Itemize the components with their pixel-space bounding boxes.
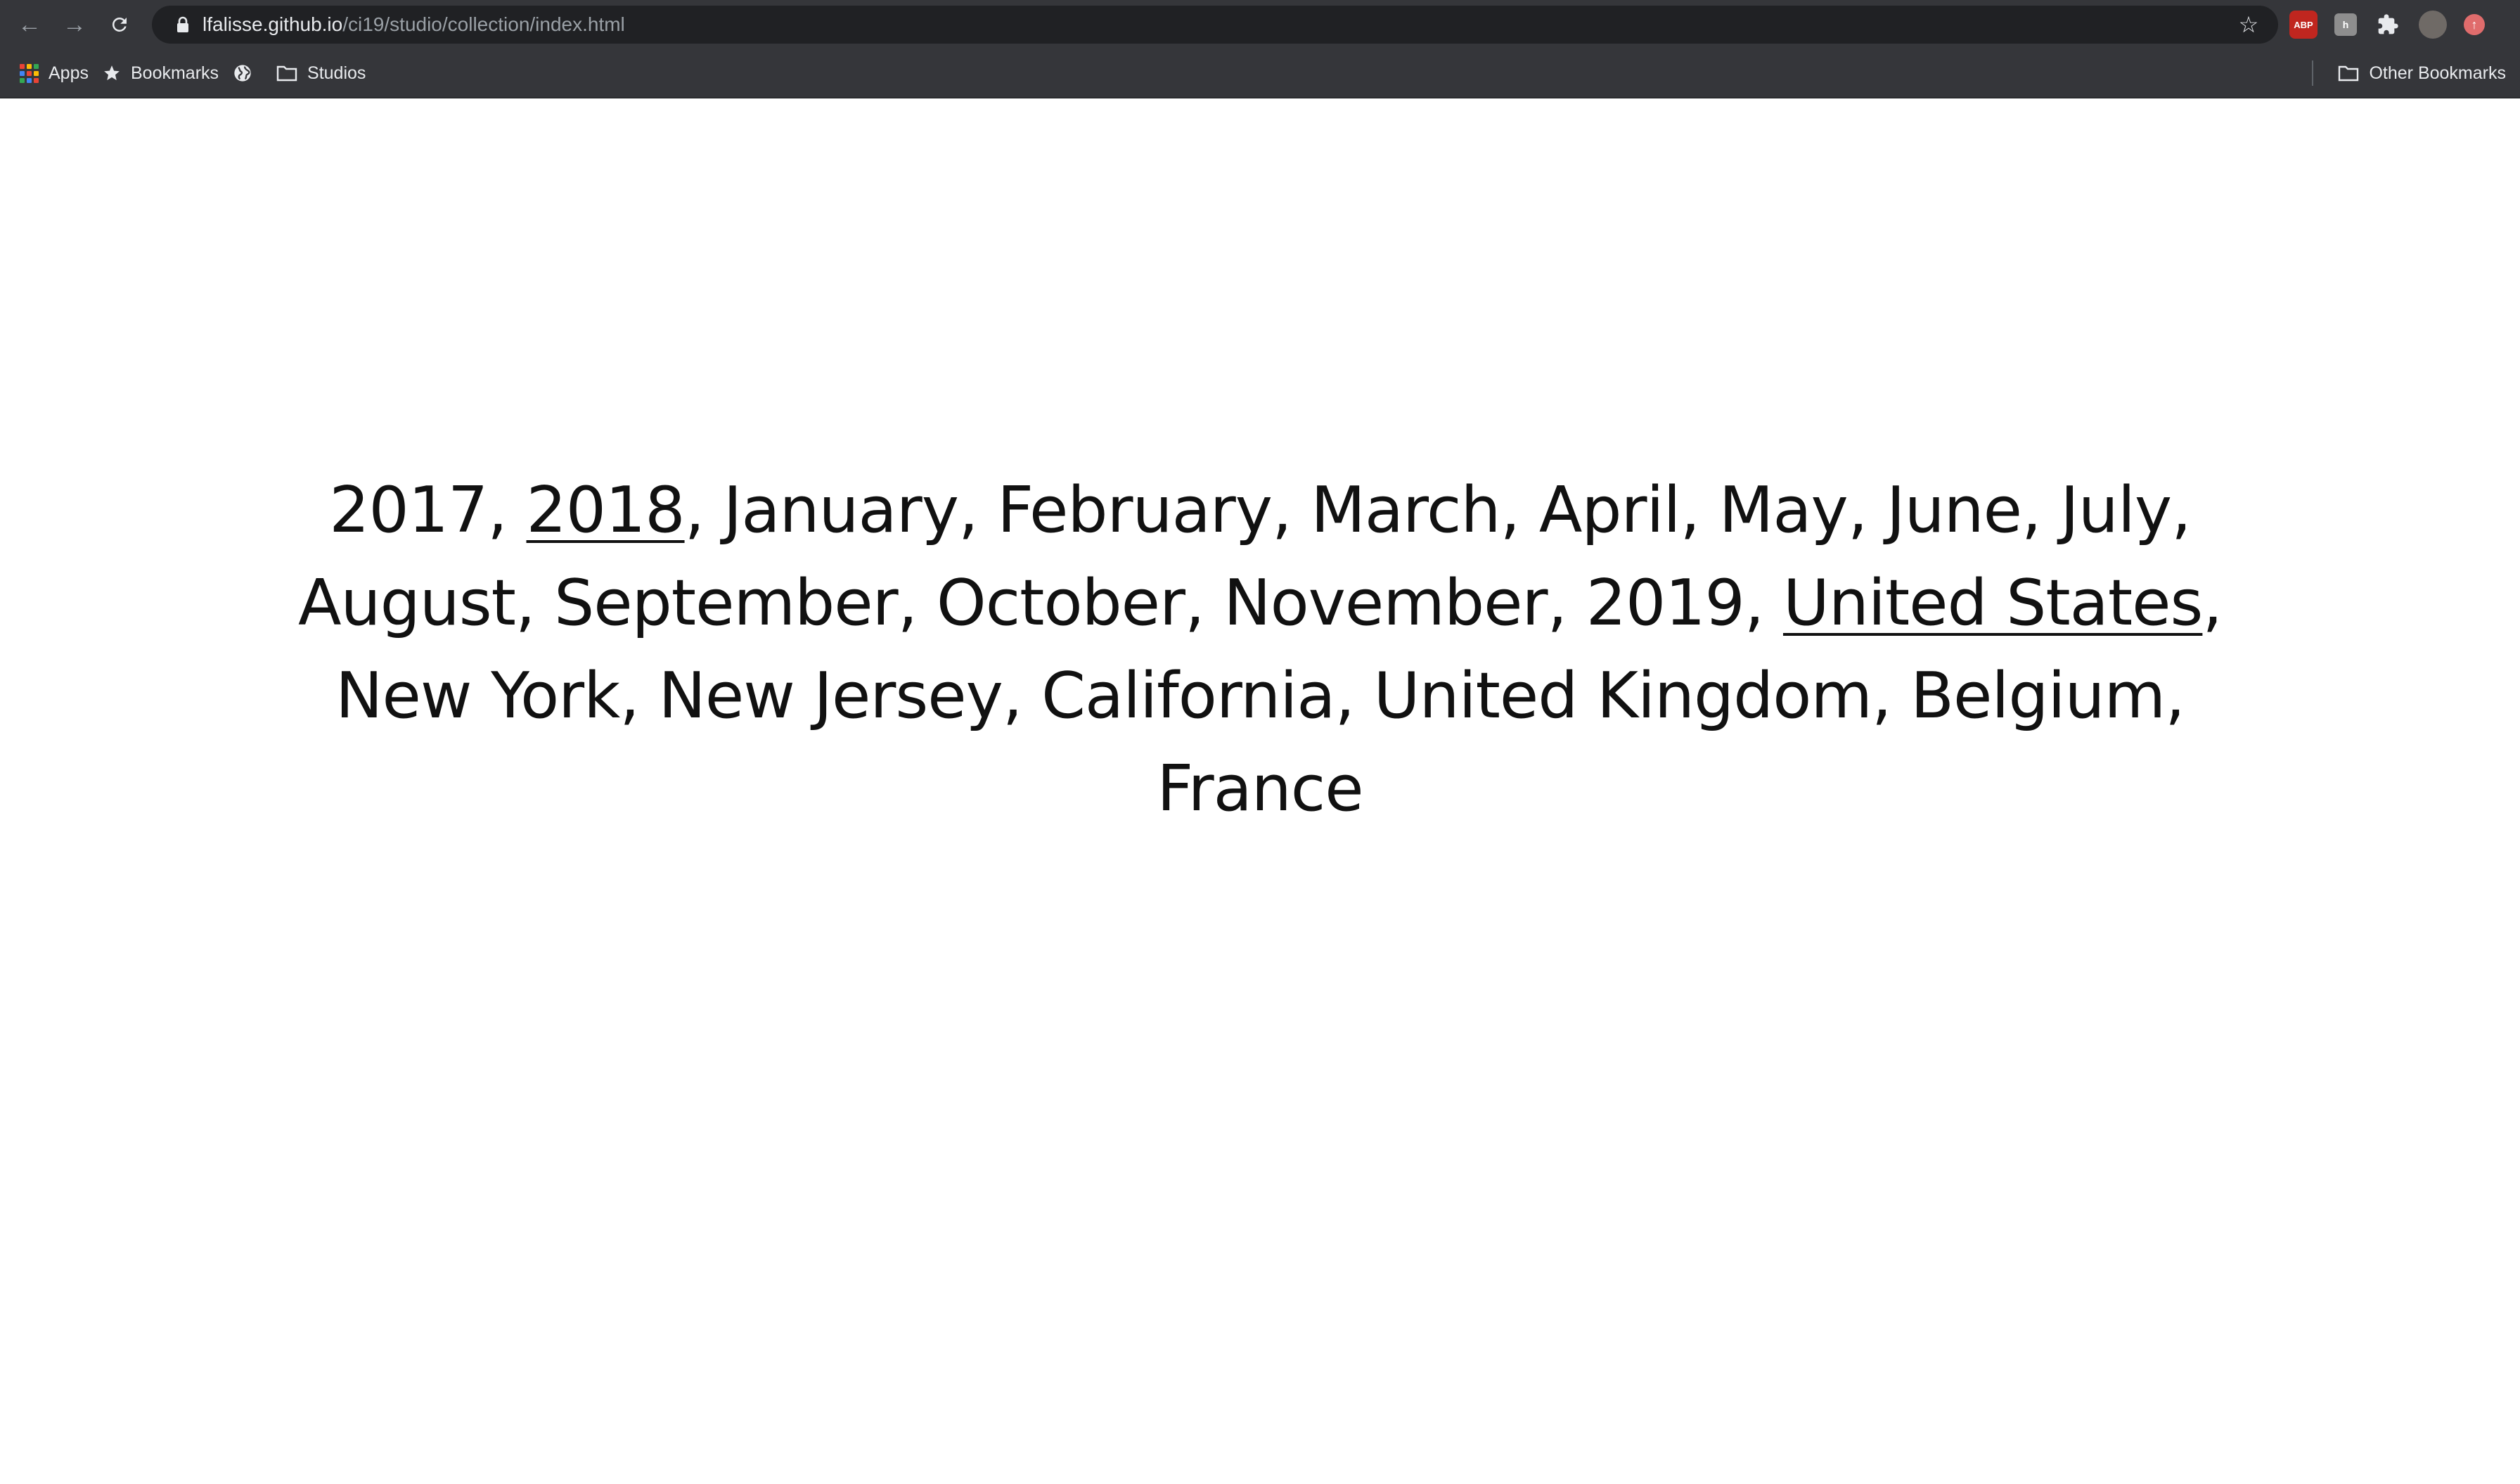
bookmark-apps[interactable]: Apps — [13, 49, 96, 97]
back-button[interactable]: ← — [7, 0, 52, 49]
extension-h-icon[interactable]: h — [2334, 13, 2357, 36]
folder-icon — [2338, 64, 2359, 82]
tag-separator: , — [2171, 473, 2192, 547]
bookmark-folder-studios[interactable]: Studios — [269, 49, 373, 97]
tag-separator: , — [1002, 659, 1042, 733]
tag-separator: , — [2021, 473, 2061, 547]
profile-avatar[interactable] — [2419, 11, 2447, 39]
url-text[interactable]: lfalisse.github.io/ci19/studio/collectio… — [202, 13, 625, 36]
tag-separator: , — [515, 566, 555, 640]
tag-separator: , — [2165, 659, 2185, 733]
tag-separator: , — [1872, 659, 1911, 733]
tag-link[interactable]: April — [1539, 473, 1681, 547]
tag-link[interactable]: November — [1223, 566, 1548, 640]
bookmark-bookmarks[interactable]: Bookmarks — [96, 49, 226, 97]
tag-link[interactable]: June — [1886, 473, 2022, 547]
bookmarks-bar: Apps Bookmarks Studios Other Bookmarks — [0, 49, 2520, 98]
tag-separator: , — [958, 473, 998, 547]
reload-icon — [112, 17, 127, 32]
tag-link[interactable]: New York — [335, 659, 620, 733]
page-content: 2017, 2018, January, February, March, Ap… — [0, 98, 2520, 1484]
tag-link[interactable]: New Jersey — [659, 659, 1003, 733]
tag-separator: , — [1547, 566, 1586, 640]
tag-link[interactable]: October — [937, 566, 1185, 640]
apps-grid-icon — [20, 63, 39, 83]
puzzle-icon[interactable] — [2374, 11, 2402, 39]
tag-link[interactable]: September — [554, 566, 898, 640]
forward-button[interactable]: → — [52, 0, 97, 49]
tag-link[interactable]: United States — [1783, 566, 2203, 640]
browser-toolbar: ← → lfalisse.github.io/ci19/studio/colle… — [0, 0, 2520, 49]
arrow-right-icon: → — [63, 11, 86, 38]
tag-list: 2017, 2018, January, February, March, Ap… — [281, 464, 2239, 836]
tag-link[interactable]: January — [724, 473, 959, 547]
tag-link[interactable]: Belgium — [1910, 659, 2166, 733]
tag-link[interactable]: August — [298, 566, 516, 640]
tag-link[interactable]: 2019 — [1586, 566, 1745, 640]
tag-link[interactable]: February — [997, 473, 1273, 547]
lock-icon — [169, 6, 197, 44]
bookmark-globe[interactable] — [226, 49, 269, 97]
tag-separator: , — [1185, 566, 1224, 640]
globe-icon — [233, 63, 252, 83]
bookmark-label: Studios — [307, 63, 366, 83]
tag-link[interactable]: March — [1311, 473, 1500, 547]
extensions-area: ABP h ↑ — [2289, 8, 2502, 41]
url-path: /ci19/studio/collection/index.html — [342, 13, 625, 35]
star-icon — [103, 64, 121, 82]
tag-separator: , — [1847, 473, 1887, 547]
tag-separator: , — [2202, 566, 2223, 640]
reload-button[interactable] — [97, 0, 142, 49]
arrow-left-icon: ← — [18, 11, 41, 38]
tag-separator: , — [487, 473, 527, 547]
other-bookmarks[interactable]: Other Bookmarks — [2331, 49, 2513, 97]
tag-link[interactable]: 2018 — [527, 473, 686, 547]
tag-link[interactable]: United Kingdom — [1374, 659, 1872, 733]
tag-link[interactable]: California — [1041, 659, 1335, 733]
other-bookmarks-label: Other Bookmarks — [2369, 63, 2506, 83]
bookmark-label: Apps — [49, 63, 89, 83]
url-host: lfalisse.github.io — [202, 13, 343, 35]
tag-separator: , — [1335, 659, 1374, 733]
address-bar[interactable]: lfalisse.github.io/ci19/studio/collectio… — [152, 6, 2278, 44]
bookmarks-divider — [2312, 60, 2313, 86]
bookmark-label: Bookmarks — [130, 63, 219, 83]
bookmark-star-icon[interactable]: ☆ — [2233, 6, 2264, 44]
adblock-extension-icon[interactable]: ABP — [2289, 11, 2318, 39]
tag-separator: , — [684, 473, 724, 547]
tag-separator: , — [1744, 566, 1783, 640]
tag-link[interactable]: May — [1719, 473, 1849, 547]
folder-icon — [276, 64, 297, 82]
tag-link[interactable]: July — [2060, 473, 2172, 547]
tag-link[interactable]: 2017 — [329, 473, 488, 547]
tag-separator: , — [1680, 473, 1719, 547]
tag-separator: , — [897, 566, 937, 640]
tag-separator: , — [619, 659, 659, 733]
tag-separator: , — [1500, 473, 1539, 547]
tag-link[interactable]: France — [1157, 752, 1363, 826]
update-icon[interactable]: ↑ — [2464, 14, 2485, 35]
tag-separator: , — [1272, 473, 1311, 547]
